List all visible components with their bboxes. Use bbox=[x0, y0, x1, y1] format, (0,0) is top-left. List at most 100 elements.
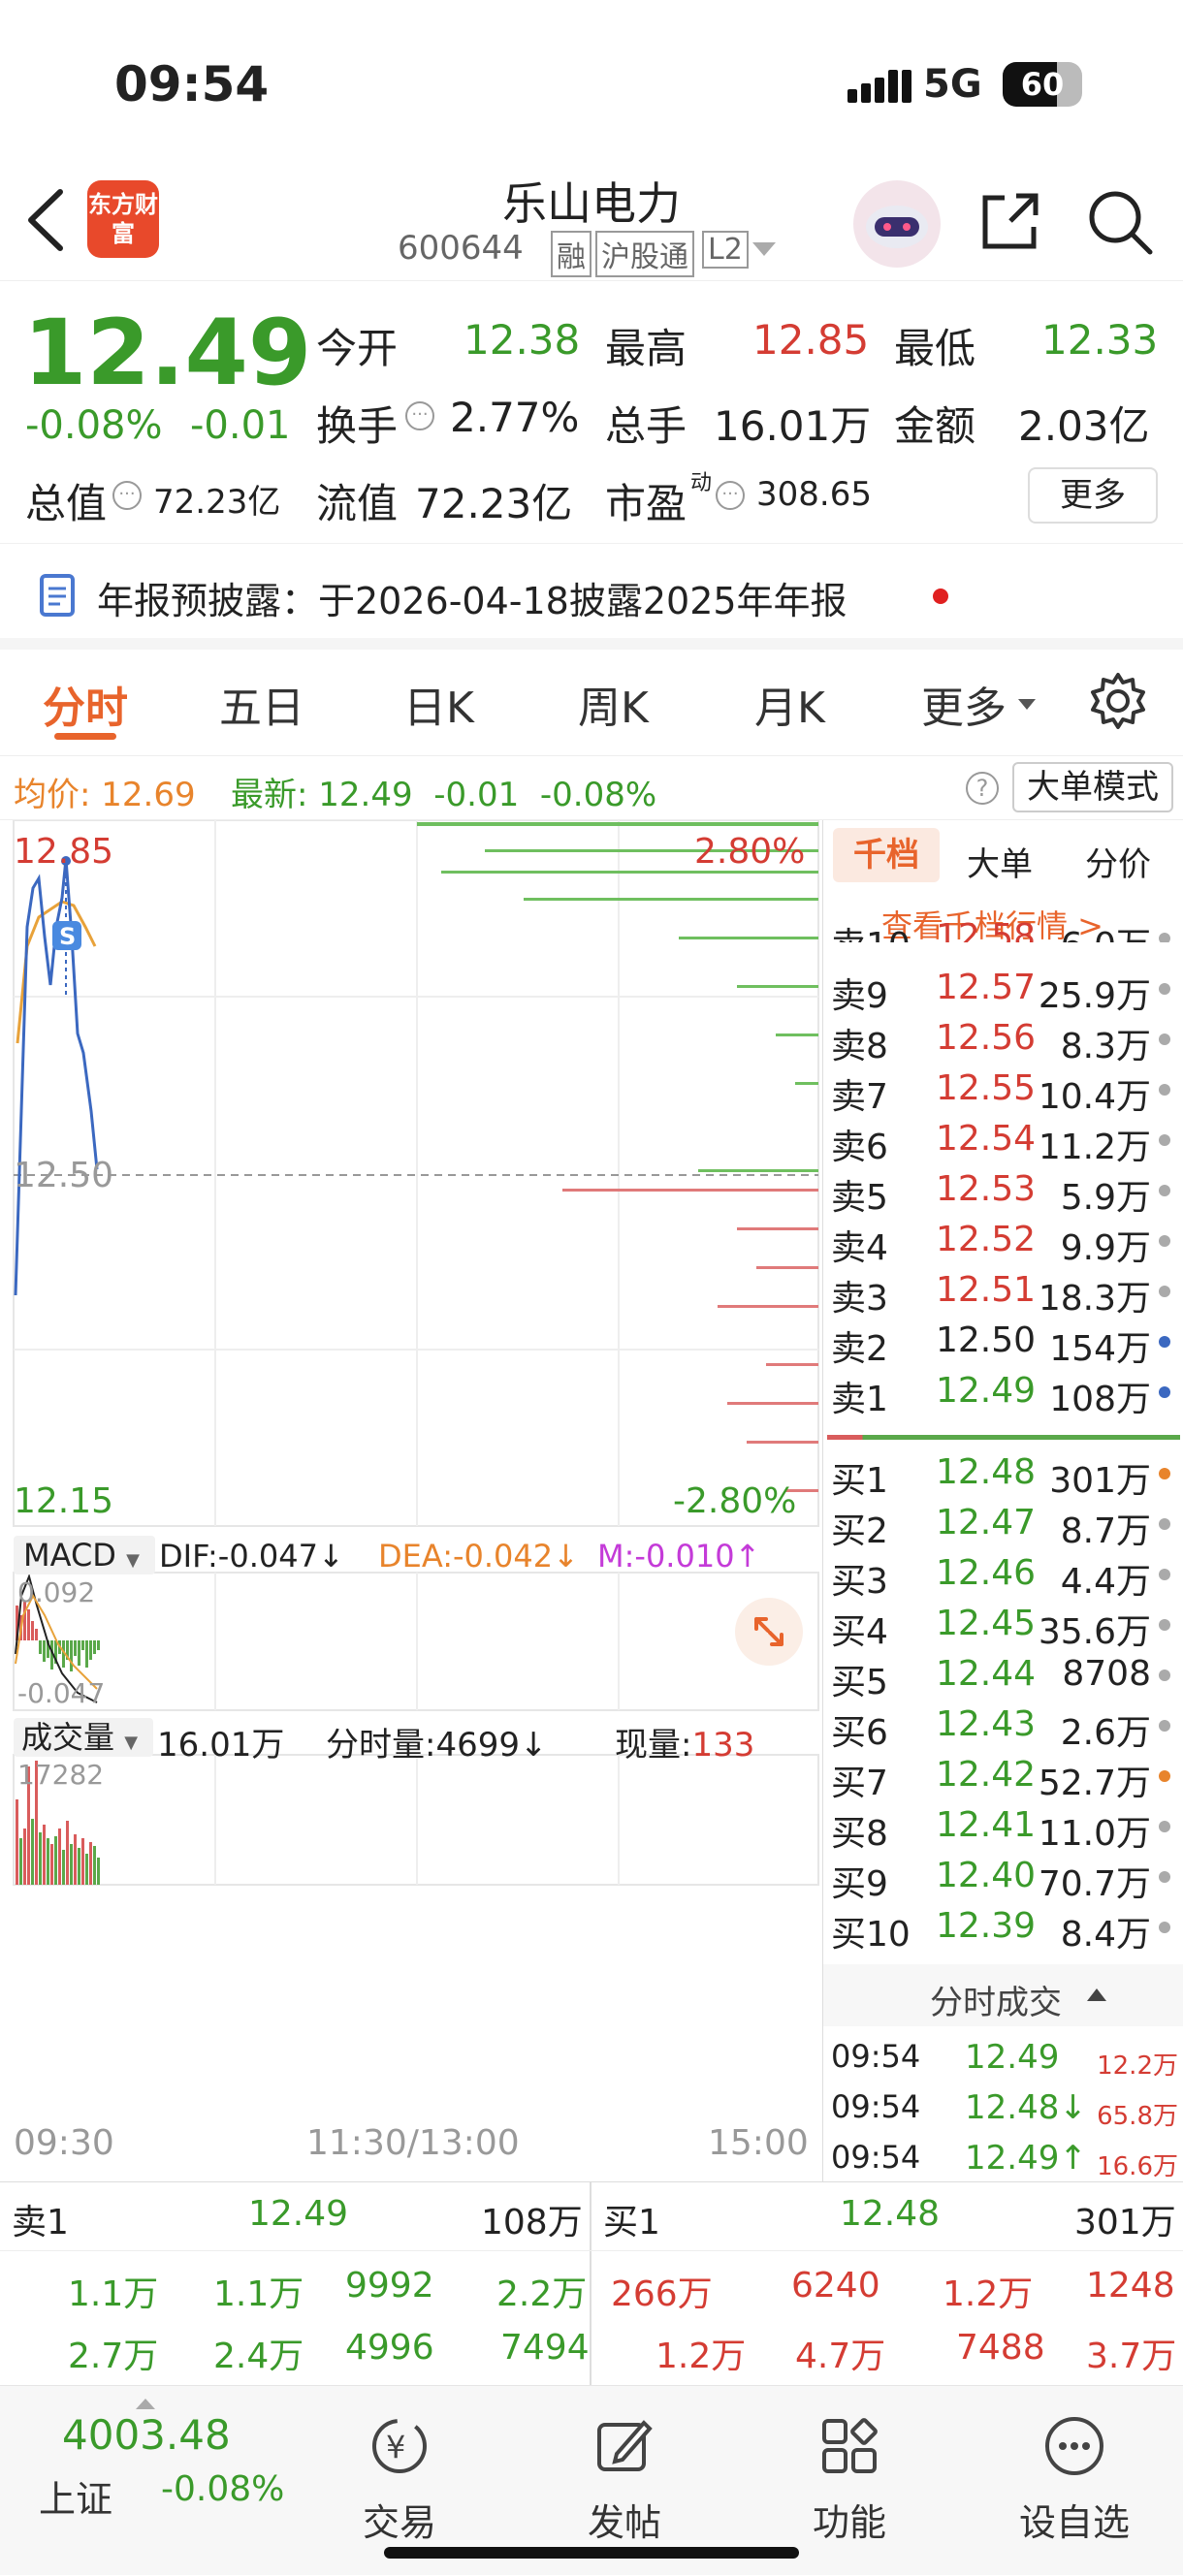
tab-daily-k[interactable]: 日K bbox=[403, 673, 474, 735]
nav-features-label: 功能 bbox=[812, 2501, 886, 2544]
robot-avatar-icon[interactable] bbox=[853, 180, 941, 268]
tab-more[interactable]: 更多 bbox=[921, 673, 1007, 735]
gear-icon[interactable] bbox=[1088, 671, 1148, 731]
bid-queue-3: 1.2万 bbox=[943, 2274, 1034, 2314]
macd-histogram bbox=[16, 1602, 100, 1671]
ask-row[interactable]: 卖10 12.58 6.0万 bbox=[823, 913, 1183, 942]
bid-row[interactable]: 买4 12.45 35.6万 bbox=[823, 1600, 1183, 1652]
bid-queue-5: 1.2万 bbox=[655, 2337, 747, 2376]
ask-row[interactable]: 卖6 12.54 11.2万 bbox=[823, 1115, 1183, 1167]
stock-header: 东方财富 乐山电力 600644 融 沪股通 L2 bbox=[0, 165, 1183, 281]
bid-level-label: 买7 bbox=[831, 1764, 888, 1803]
ask-row[interactable]: 卖7 12.55 10.4万 bbox=[823, 1065, 1183, 1117]
trades-header[interactable]: 分时成交 bbox=[823, 1964, 1183, 2026]
summary-ask1-price: 12.49 bbox=[248, 2194, 349, 2234]
bid-row[interactable]: 买6 12.43 2.6万 bbox=[823, 1701, 1183, 1753]
chart-top-price: 12.85 bbox=[14, 832, 114, 872]
bid-level-label: 买4 bbox=[831, 1612, 888, 1652]
ask-row[interactable]: 卖5 12.53 5.9万 bbox=[823, 1165, 1183, 1218]
share-icon[interactable] bbox=[975, 188, 1043, 256]
tab-thousand-levels[interactable]: 千档 bbox=[833, 828, 940, 882]
index-widget[interactable]: 4003.48 上证 -0.08% bbox=[0, 2386, 330, 2576]
bid-row[interactable]: 买8 12.41 11.0万 bbox=[823, 1801, 1183, 1854]
avg-text: 均价: 12.69 bbox=[14, 776, 196, 814]
bid-row[interactable]: 买2 12.47 8.7万 bbox=[823, 1499, 1183, 1551]
status-time: 09:54 bbox=[114, 56, 270, 112]
stock-code: 600644 bbox=[398, 229, 524, 268]
pe-label: 市盈 bbox=[605, 480, 687, 527]
bid-row[interactable]: 买9 12.40 70.7万 bbox=[823, 1852, 1183, 1904]
tab-price-distribution[interactable]: 分价 bbox=[1085, 838, 1151, 885]
volume-total: 16.01万 bbox=[157, 1726, 285, 1765]
notice-bar[interactable]: 年报预披露：于2026-04-18披露2025年年报 bbox=[0, 543, 1183, 650]
bid-marker-dot bbox=[1159, 1871, 1170, 1883]
chart-mid-price: 12.50 bbox=[14, 1156, 114, 1195]
nav-watchlist[interactable]: 设自选 bbox=[977, 2386, 1171, 2576]
ask-row[interactable]: 卖4 12.52 9.9万 bbox=[823, 1216, 1183, 1268]
ask-row[interactable]: 卖3 12.51 18.3万 bbox=[823, 1266, 1183, 1319]
battery-level: 60 bbox=[1020, 66, 1065, 103]
bid-volume: 35.6万 bbox=[1038, 1612, 1151, 1652]
bid-queue-2: 6240 bbox=[791, 2266, 880, 2306]
ask-price: 12.49 bbox=[936, 1371, 1037, 1411]
big-order-mode-button[interactable]: 大单模式 bbox=[1012, 762, 1173, 812]
summary-divider bbox=[590, 2182, 592, 2386]
ask-queue-1: 1.1万 bbox=[68, 2274, 159, 2314]
pe-value: 308.65 bbox=[756, 475, 872, 514]
macd-dif: DIF:-0.047↓ bbox=[159, 1538, 344, 1574]
info-icon[interactable]: ··· bbox=[112, 481, 142, 510]
info-icon[interactable]: ··· bbox=[405, 401, 434, 430]
ask-row[interactable]: 卖9 12.57 25.9万 bbox=[823, 964, 1183, 1016]
pe-superscript: 动 bbox=[690, 471, 713, 495]
tab-intraday[interactable]: 分时 bbox=[43, 673, 128, 735]
ask-level-label: 卖1 bbox=[831, 1380, 888, 1419]
volume-selector[interactable]: 成交量 ▼ bbox=[14, 1718, 153, 1757]
info-icon[interactable]: ··· bbox=[716, 481, 745, 510]
tab-five-day[interactable]: 五日 bbox=[219, 673, 304, 735]
bid-row[interactable]: 买7 12.42 52.7万 bbox=[823, 1751, 1183, 1803]
connect-badge: 沪股通 bbox=[595, 231, 694, 277]
summary-bid1-label: 买1 bbox=[603, 2203, 660, 2242]
ask-level-label: 卖6 bbox=[831, 1128, 888, 1167]
search-icon[interactable] bbox=[1086, 188, 1154, 256]
macd-top-value: 0.092 bbox=[17, 1576, 96, 1608]
summary-bid1-price: 12.48 bbox=[840, 2194, 941, 2234]
bid-volume: 8.4万 bbox=[1060, 1915, 1151, 1955]
bid-row[interactable]: 买5 12.44 8708 bbox=[823, 1650, 1183, 1702]
tab-weekly-k[interactable]: 周K bbox=[578, 673, 649, 735]
bid-level-label: 买9 bbox=[831, 1864, 888, 1904]
dropdown-icon[interactable] bbox=[752, 242, 776, 258]
spread-divider bbox=[827, 1435, 1180, 1440]
ask-marker-dot bbox=[1159, 1034, 1170, 1045]
intraday-chart-area[interactable]: S 12.85 2.80% 12.50 12.15 -2.80% MACD ▼ … bbox=[0, 820, 822, 2181]
bid-row[interactable]: 买3 12.46 4.4万 bbox=[823, 1549, 1183, 1602]
volume-value: 16.01万 bbox=[714, 402, 872, 450]
more-button[interactable]: 更多 bbox=[1028, 467, 1158, 524]
bid-row[interactable]: 买1 12.48 301万 bbox=[823, 1448, 1183, 1501]
nav-post-label: 发帖 bbox=[587, 2501, 661, 2544]
index-pct: -0.08% bbox=[161, 2469, 285, 2509]
ask-marker-dot bbox=[1159, 1286, 1170, 1297]
bid-volume: 8.7万 bbox=[1060, 1511, 1151, 1551]
help-icon[interactable]: ? bbox=[966, 772, 999, 805]
bid-marker-dot bbox=[1159, 1670, 1170, 1681]
bid-row[interactable]: 买10 12.39 8.4万 bbox=[823, 1902, 1183, 1955]
ask-row[interactable]: 卖2 12.50 154万 bbox=[823, 1317, 1183, 1369]
ask-marker-dot bbox=[1159, 1084, 1170, 1096]
tab-big-orders[interactable]: 大单 bbox=[967, 838, 1033, 885]
ask-level-label: 卖5 bbox=[831, 1178, 888, 1218]
ask-marker-dot bbox=[1159, 1386, 1170, 1398]
nav-watchlist-label: 设自选 bbox=[1018, 2501, 1130, 2544]
tab-monthly-k[interactable]: 月K bbox=[754, 673, 825, 735]
volume-top-value: 17282 bbox=[17, 1759, 105, 1791]
macd-selector[interactable]: MACD ▼ bbox=[14, 1536, 155, 1574]
change-value: -0.01 bbox=[190, 403, 291, 448]
chart-top-pct: 2.80% bbox=[694, 832, 806, 872]
bid-level-label: 买8 bbox=[831, 1814, 888, 1854]
ask-volume: 10.4万 bbox=[1038, 1077, 1151, 1117]
expand-icon[interactable] bbox=[735, 1598, 803, 1666]
ask-row[interactable]: 卖1 12.49 108万 bbox=[823, 1367, 1183, 1419]
ask-row[interactable]: 卖8 12.56 8.3万 bbox=[823, 1014, 1183, 1066]
ask-queue-3: 9992 bbox=[345, 2266, 434, 2306]
bid-level-label: 买1 bbox=[831, 1461, 888, 1501]
